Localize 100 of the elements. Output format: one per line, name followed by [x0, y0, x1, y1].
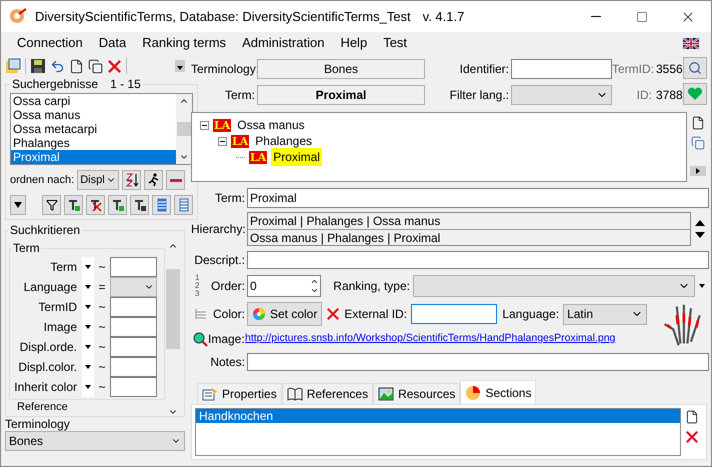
minimize-icon — [591, 16, 601, 17]
tab[interactable]: References — [282, 383, 374, 404]
order-spinner[interactable]: 0 — [247, 275, 321, 297]
filter-icon — [46, 199, 58, 211]
menu-item[interactable]: Ranking terms — [134, 33, 234, 53]
operator-dropdown[interactable] — [82, 377, 94, 397]
menu-item[interactable]: Connection — [9, 33, 91, 53]
result-item[interactable]: Proximal — [11, 150, 176, 164]
expand-button[interactable] — [10, 195, 26, 215]
external-id-field[interactable] — [411, 304, 498, 324]
new-document-icon[interactable] — [691, 116, 705, 130]
field-label: External ID: — [344, 306, 408, 323]
hierarchy-path: Proximal | Phalanges | Ossa manus — [249, 213, 442, 229]
toolbar-button[interactable] — [64, 195, 83, 215]
operator-label: = — [97, 279, 106, 296]
new-document-icon[interactable] — [685, 410, 699, 424]
notes-field[interactable] — [247, 353, 709, 371]
ranking-caret-icon[interactable] — [699, 284, 705, 288]
sort-dropdown[interactable]: Displ — [77, 170, 120, 190]
operator-label: ~ — [97, 259, 106, 276]
result-item[interactable]: Phalanges — [11, 136, 176, 150]
operator-label: ~ — [97, 379, 106, 396]
criteria-field[interactable] — [110, 337, 157, 357]
toolbar-button[interactable] — [108, 195, 127, 215]
image-link[interactable]: http://pictures.snsb.info/Workshop/ScientificTerms/HandPhalangesProximal.png — [245, 331, 616, 347]
language-dropdown[interactable]: Latin — [563, 304, 648, 324]
runner-icon — [148, 173, 160, 187]
tab[interactable]: Properties — [197, 383, 282, 404]
menu-item[interactable]: Administration — [234, 33, 332, 53]
scroll-right-icon[interactable] — [690, 166, 706, 176]
new-document-icon[interactable] — [69, 58, 84, 74]
criteria-field[interactable] — [110, 357, 157, 377]
result-item[interactable]: Ossa metacarpi — [11, 122, 176, 136]
toolbar-overflow-icon[interactable] — [175, 60, 185, 72]
toolbar-button[interactable] — [42, 195, 61, 215]
result-item[interactable]: Ossa carpi — [11, 94, 176, 108]
collapse-icon[interactable] — [218, 136, 227, 146]
field-label: Term: — [214, 190, 246, 207]
heart-icon — [687, 87, 703, 101]
menu-item[interactable]: Help — [332, 33, 376, 53]
id-value: 3788 — [656, 87, 683, 104]
language-badge: LA — [231, 134, 250, 148]
identifier-field[interactable] — [511, 59, 612, 79]
criteria-field[interactable] — [110, 297, 157, 317]
copy-icon[interactable] — [88, 58, 103, 74]
criteria-label: Image — [42, 319, 78, 336]
filter-insert-icon — [112, 198, 124, 212]
move-up-icon[interactable] — [695, 220, 705, 226]
criteria-label: Displ.orde. — [18, 339, 78, 356]
sort-label: ordnen nach: — [10, 172, 74, 188]
scroll-thumb[interactable] — [166, 269, 180, 349]
tree-item[interactable]: Proximal — [271, 148, 322, 166]
operator-label: ~ — [97, 299, 106, 316]
collapse-icon[interactable] — [200, 120, 209, 130]
term-field[interactable]: Proximal — [247, 188, 709, 208]
undo-icon[interactable] — [50, 58, 65, 74]
order-number: 3 — [195, 290, 200, 298]
scroll-thumb[interactable] — [177, 122, 191, 136]
tab[interactable]: Resources — [373, 383, 460, 404]
order-number: 2 — [195, 282, 200, 290]
save-icon[interactable] — [30, 58, 46, 74]
toolbar-button[interactable] — [86, 195, 105, 215]
tab[interactable]: Sections — [460, 380, 536, 404]
version-label: v. 4.1.7 — [422, 8, 464, 26]
field-label: Terminology: — [191, 61, 257, 78]
landscape-icon — [378, 387, 394, 401]
field-label: Filter lang.: — [448, 87, 510, 104]
section-item[interactable]: Handknochen — [196, 409, 680, 423]
runner-button[interactable] — [144, 170, 164, 190]
app-logo-icon — [9, 8, 27, 26]
operator-dropdown[interactable] — [82, 257, 94, 277]
menu-item[interactable]: Test — [375, 33, 416, 53]
chevron-up-icon — [310, 277, 319, 286]
criteria-field[interactable] — [110, 377, 157, 397]
search-window-button[interactable] — [683, 57, 707, 79]
group-title: Suchergebnisse — [12, 76, 98, 93]
remove-button[interactable] — [166, 170, 186, 190]
terminology-dropdown[interactable]: Bones — [5, 431, 185, 451]
set-color-button[interactable]: Set color — [247, 302, 322, 326]
description-field[interactable] — [247, 251, 709, 269]
field-label: Color: — [212, 306, 246, 323]
properties-icon — [202, 387, 218, 401]
criteria-field[interactable] — [110, 317, 157, 337]
field-label: Order: — [210, 278, 246, 295]
term-value: Proximal — [257, 85, 425, 105]
move-down-icon[interactable] — [695, 232, 705, 238]
sort-az-button[interactable] — [122, 170, 142, 190]
table-icon[interactable] — [5, 58, 21, 74]
result-item[interactable]: Ossa manus — [11, 108, 176, 122]
order-number: 1 — [195, 274, 200, 282]
terminology-label: Terminology — [5, 418, 71, 431]
tree-item[interactable]: Phalanges — [253, 132, 314, 150]
toolbar-button[interactable] — [130, 195, 149, 215]
field-label: TermID: — [612, 61, 655, 78]
flag-icon — [683, 38, 699, 48]
field-label: Ranking, type: — [332, 278, 411, 295]
tree-item[interactable]: Ossa manus — [235, 116, 307, 134]
terminology-value: Bones — [257, 59, 425, 79]
criteria-field[interactable] — [110, 257, 157, 277]
menu-item[interactable]: Data — [90, 33, 134, 53]
